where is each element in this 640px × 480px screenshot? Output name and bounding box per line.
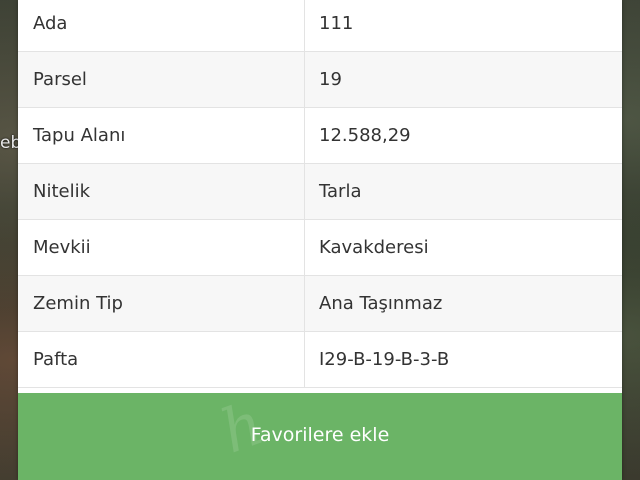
table-row-tapu-alani: Tapu Alanı 12.588,29 — [18, 108, 622, 164]
row-label: Nitelik — [18, 164, 305, 219]
row-label: Pafta — [18, 332, 305, 387]
row-label: Zemin Tip — [18, 276, 305, 331]
row-value: Tarla — [319, 181, 362, 202]
table-row-zemin-tip: Zemin Tip Ana Taşınmaz — [18, 276, 622, 332]
table-row-parsel: Parsel 19 — [18, 52, 622, 108]
row-value: I29-B-19-B-3-B — [319, 349, 450, 370]
row-value: 111 — [319, 13, 354, 34]
row-label: Ada — [18, 0, 305, 51]
row-value: 19 — [319, 69, 342, 90]
row-value: Ana Taşınmaz — [319, 293, 443, 314]
table-row-mevkii: Mevkii Kavakderesi — [18, 220, 622, 276]
table-row-pafta: Pafta I29-B-19-B-3-B — [18, 332, 622, 388]
add-to-favorites-label: Favorilere ekle — [250, 423, 390, 446]
table-row-ada: Ada 111 — [18, 0, 622, 52]
parcel-info-panel: Ada 111 Parsel 19 Tapu Alanı 12.588,29 N… — [18, 0, 622, 480]
row-value: 12.588,29 — [319, 125, 411, 146]
table-row-nitelik: Nitelik Tarla — [18, 164, 622, 220]
row-label: Mevkii — [18, 220, 305, 275]
add-to-favorites-button[interactable]: h Favorilere ekle — [18, 393, 622, 480]
parcel-info-table: Ada 111 Parsel 19 Tapu Alanı 12.588,29 N… — [18, 0, 622, 388]
row-label: Parsel — [18, 52, 305, 107]
row-value: Kavakderesi — [319, 237, 429, 258]
row-label: Tapu Alanı — [18, 108, 305, 163]
